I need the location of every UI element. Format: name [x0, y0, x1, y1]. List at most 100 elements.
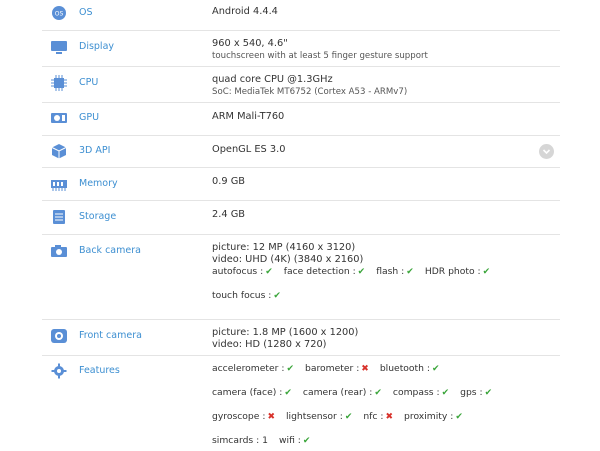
feature-name: proximity : — [404, 411, 454, 422]
feature-name: accelerometer : — [212, 363, 285, 374]
3d-api-label: 3D API — [79, 145, 111, 156]
os-label: OS — [79, 7, 93, 18]
feature-simcards-1: simcards : 1 — [212, 435, 268, 447]
expand-button[interactable] — [539, 144, 554, 159]
feature-wifi: wifi : ✔ — [279, 435, 310, 447]
os-icon: OS — [50, 5, 68, 21]
gpu-value: ARM Mali-T760 — [212, 111, 285, 122]
cross-icon: ✖ — [267, 412, 275, 422]
feature-barometer: barometer : ✖ — [305, 363, 369, 375]
back-camera-video: video: UHD (4K) (3840 x 2160) — [212, 254, 364, 265]
feature-face-detection: face detection : ✔ — [284, 266, 365, 278]
feature-name: bluetooth : — [379, 363, 430, 374]
check-icon: ✔ — [344, 412, 353, 422]
feature-flash: flash : ✔ — [376, 266, 414, 278]
gear-icon — [50, 363, 68, 379]
feature-name: camera (face) : — [212, 387, 283, 398]
feature-name: lightsensor : — [285, 411, 343, 422]
feature-name: compass : — [392, 387, 440, 398]
check-icon: ✔ — [406, 267, 414, 277]
features-line: gyroscope : ✖ lightsensor : ✔ nfc : ✖ proximit… — [212, 411, 552, 423]
back-camera-extra: touch focus : ✔ — [212, 290, 552, 302]
feature-gps: gps : ✔ — [460, 387, 492, 399]
display-touch-info: touchscreen with at least 5 finger gestu… — [212, 51, 428, 61]
feature-proximity: proximity : ✔ — [404, 411, 463, 423]
feature-name: HDR photo : — [424, 266, 481, 277]
3d-api-value: OpenGL ES 3.0 — [212, 144, 286, 155]
features-list: accelerometer : ✔ barometer : ✖ bluetooth : ✔… — [212, 363, 552, 447]
cpu-soc: SoC: MediaTek MT6752 (Cortex A53 - ARMv7… — [212, 87, 408, 97]
features-line: simcards : 1 wifi : ✔ — [212, 435, 552, 447]
feature-compass: compass : ✔ — [393, 387, 449, 399]
storage-value: 2.4 GB — [212, 209, 246, 220]
feature-name: autofocus : — [212, 266, 264, 277]
feature-name: gps : — [460, 387, 483, 398]
display-value: 960 x 540, 4.6" touchscreen with at leas… — [212, 38, 552, 62]
check-icon: ✔ — [455, 412, 463, 422]
check-icon: ✔ — [286, 364, 294, 374]
check-icon: ✔ — [441, 388, 450, 398]
check-icon: ✔ — [302, 436, 311, 446]
cpu-value: quad core CPU @1.3GHz SoC: MediaTek MT67… — [212, 74, 552, 98]
check-icon: ✔ — [273, 291, 281, 301]
check-icon: ✔ — [482, 267, 491, 277]
gpu-label: GPU — [79, 112, 100, 123]
gpu-icon — [50, 110, 68, 126]
feature-name: wifi : — [279, 435, 301, 446]
features-line: camera (face) : ✔ camera (rear) : ✔ compass … — [212, 387, 552, 399]
feature-name: gyroscope : — [212, 411, 266, 422]
cross-icon: ✖ — [385, 412, 394, 422]
feature-name: flash : — [376, 266, 405, 277]
memory-label: Memory — [79, 178, 118, 189]
display-icon — [50, 39, 68, 55]
row-memory: Memory 0.9 GB — [42, 167, 560, 201]
feature-nfc: nfc : ✖ — [363, 411, 393, 423]
spec-table: OS OS Android 4.4.4 Display 960 x 540, 4… — [0, 0, 600, 450]
front-camera-icon — [50, 328, 68, 344]
row-storage: Storage 2.4 GB — [42, 200, 560, 235]
back-camera-value: picture: 12 MP (4160 x 3120) video: UHD … — [212, 242, 552, 302]
chevron-down-icon — [542, 149, 551, 155]
os-value: Android 4.4.4 — [212, 6, 278, 17]
storage-label: Storage — [79, 211, 117, 222]
check-icon: ✔ — [374, 388, 382, 398]
row-front-camera: Front camera picture: 1.8 MP (1600 x 120… — [42, 319, 560, 356]
back-camera-label: Back camera — [79, 245, 141, 256]
feature-hdr-photo: HDR photo : ✔ — [425, 266, 490, 278]
feature-lightsensor: lightsensor : ✔ — [286, 411, 352, 423]
feature-accelerometer: accelerometer : ✔ — [212, 363, 294, 375]
check-icon: ✔ — [484, 388, 493, 398]
feature-name: touch focus : — [212, 290, 272, 301]
check-icon: ✔ — [284, 388, 292, 398]
row-back-camera: Back camera picture: 12 MP (4160 x 3120)… — [42, 234, 560, 320]
cube-icon — [50, 143, 68, 159]
feature-name: nfc : — [363, 411, 384, 422]
display-label: Display — [79, 41, 115, 52]
cross-icon: ✖ — [361, 364, 369, 374]
row-3d-api: 3D API OpenGL ES 3.0 — [42, 135, 560, 168]
front-camera-value: picture: 1.8 MP (1600 x 1200) video: HD … — [212, 327, 552, 351]
feature-name: face detection : — [283, 266, 356, 277]
row-cpu: CPU quad core CPU @1.3GHz SoC: MediaTek … — [42, 66, 560, 103]
feature-name: barometer : — [304, 363, 360, 374]
feature-autofocus: autofocus : ✔ — [212, 266, 273, 278]
display-resolution: 960 x 540, 4.6" — [212, 38, 288, 49]
memory-icon — [50, 176, 68, 192]
feature-camera-face: camera (face) : ✔ — [212, 387, 292, 399]
front-camera-picture: picture: 1.8 MP (1600 x 1200) — [212, 327, 359, 338]
row-os: OS OS Android 4.4.4 — [42, 0, 560, 30]
feature-gyroscope: gyroscope : ✖ — [212, 411, 275, 423]
check-icon: ✔ — [357, 267, 366, 277]
cpu-icon — [50, 75, 68, 91]
check-icon: ✔ — [432, 364, 440, 374]
feature-bluetooth: bluetooth : ✔ — [380, 363, 440, 375]
row-display: Display 960 x 540, 4.6" touchscreen with… — [42, 30, 560, 67]
camera-icon — [50, 243, 68, 259]
feature-name: camera (rear) : — [302, 387, 373, 398]
row-gpu: GPU ARM Mali-T760 — [42, 102, 560, 136]
row-features: Features accelerometer : ✔ barometer : ✖ blu… — [42, 355, 560, 451]
cpu-label: CPU — [79, 77, 99, 88]
front-camera-label: Front camera — [79, 330, 142, 341]
back-camera-picture: picture: 12 MP (4160 x 3120) — [212, 242, 356, 253]
back-camera-features: autofocus : ✔ face detection : ✔ flash : ✔ HDR… — [212, 266, 552, 278]
